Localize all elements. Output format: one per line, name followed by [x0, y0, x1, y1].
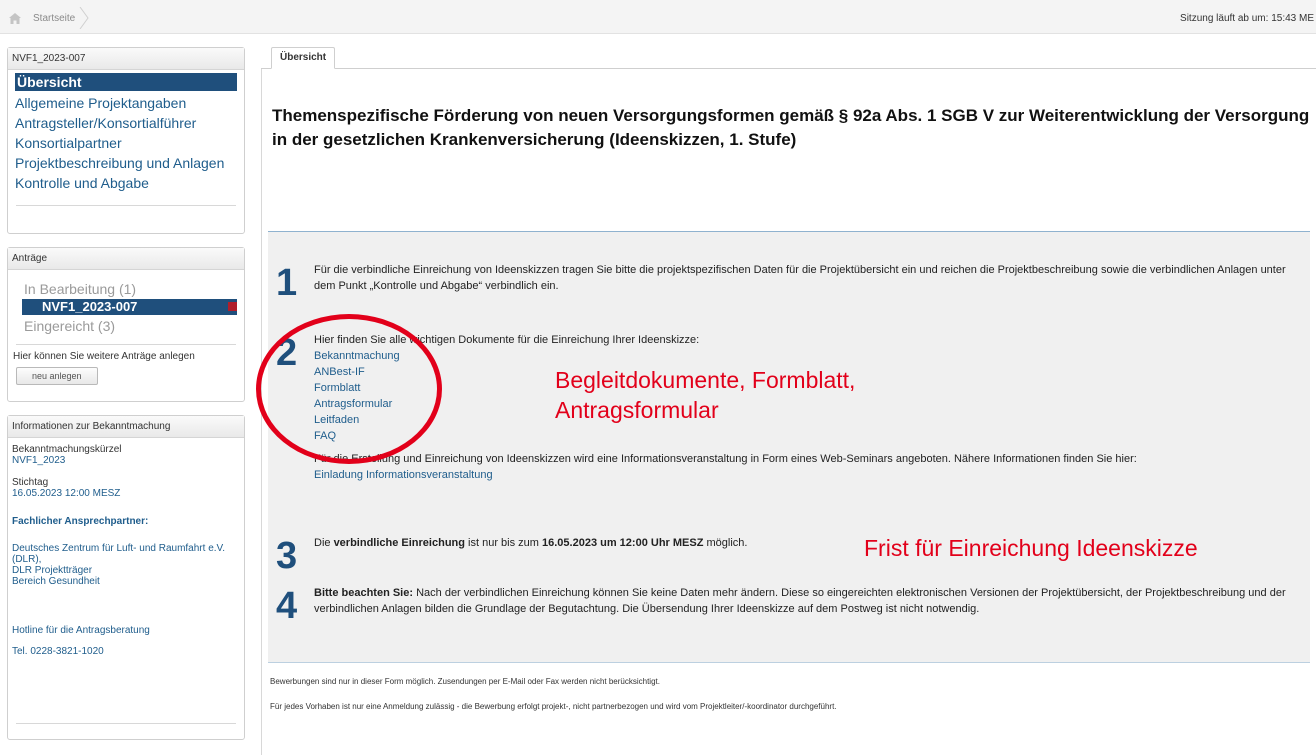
- breadcrumb-separator-icon: [79, 7, 89, 29]
- project-nav: Übersicht Allgemeine Projektangaben Antr…: [8, 70, 244, 193]
- step-number-2: 2: [276, 332, 298, 374]
- nav-item-kontrolle-abgabe[interactable]: Kontrolle und Abgabe: [15, 173, 237, 193]
- antraege-title: Anträge: [8, 248, 244, 270]
- antraege-panel: Anträge In Bearbeitung (1) NVF1_2023-007…: [7, 247, 245, 402]
- home-icon[interactable]: [9, 12, 21, 24]
- tab-bar: Übersicht: [261, 47, 1316, 69]
- info-title: Informationen zur Bekanntmachung: [8, 416, 244, 438]
- annotation-deadline: Frist für Einreichung Ideenskizze: [864, 535, 1198, 561]
- step-3-deadline: 16.05.2023 um 12:00 Uhr MESZ: [542, 537, 704, 549]
- steps-panel: 1 Für die verbindliche Einreichung von I…: [268, 231, 1310, 663]
- nav-item-antragsteller[interactable]: Antragsteller/Konsortialführer: [15, 113, 237, 133]
- divider: [16, 723, 236, 724]
- step-4-emphasis: Bitte beachten Sie:: [314, 587, 414, 599]
- project-nav-panel: NVF1_2023-007 Übersicht Allgemeine Proje…: [7, 47, 245, 234]
- step-3-emphasis: verbindliche Einreichung: [333, 537, 465, 549]
- step-2-intro: Hier finden Sie alle wichtigen Dokumente…: [314, 334, 700, 346]
- info-content: Bekanntmachungskürzel NVF1_2023 Stichtag…: [8, 438, 244, 657]
- tab-uebersicht[interactable]: Übersicht: [271, 47, 336, 69]
- in-bearbeitung-label: In Bearbeitung: [24, 281, 116, 297]
- step-3-part: möglich.: [703, 537, 748, 549]
- ansprechpartner-label: Fachlicher Ansprechpartner:: [12, 516, 149, 527]
- new-antrag-button[interactable]: neu anlegen: [16, 367, 98, 385]
- eingereicht-group[interactable]: Eingereicht (3): [8, 317, 244, 336]
- link-faq[interactable]: FAQ: [314, 428, 1304, 444]
- hotline-value: Tel. 0228-3821-1020: [12, 646, 104, 657]
- step-4-body: Nach der verbindlichen Einreichung könne…: [314, 587, 1286, 615]
- breadcrumb-home-link[interactable]: Startseite: [33, 13, 75, 24]
- stichtag-value: 16.05.2023 12:00 MESZ: [12, 488, 121, 499]
- nav-item-allgemeine-projektangaben[interactable]: Allgemeine Projektangaben: [15, 93, 237, 113]
- in-bearbeitung-count: (1): [118, 281, 137, 297]
- divider: [16, 205, 236, 206]
- page-title: Themenspezifische Förderung von neuen Ve…: [272, 106, 1310, 149]
- ansprechpartner-line3: DLR Projektträger: [12, 565, 93, 576]
- annotation-documents-line1: Begleitdokumente, Formblatt,: [555, 367, 856, 393]
- link-bekanntmachung[interactable]: Bekanntmachung: [314, 348, 1304, 364]
- step-number-1: 1: [276, 262, 298, 304]
- step-3-part: Die: [314, 537, 334, 549]
- breadcrumb: Startseite: [9, 7, 89, 29]
- nav-item-projektbeschreibung[interactable]: Projektbeschreibung und Anlagen: [15, 153, 237, 173]
- step-1-text: Für die verbindliche Einreichung von Ide…: [314, 264, 1286, 292]
- annotation-documents: Begleitdokumente, Formblatt, Antragsform…: [555, 365, 855, 425]
- bekanntmachung-info-panel: Informationen zur Bekanntmachung Bekannt…: [7, 415, 245, 740]
- content-border: [261, 69, 262, 755]
- nav-item-konsortialpartner[interactable]: Konsortialpartner: [15, 133, 237, 153]
- kuerzel-label: Bekanntmachungskürzel: [12, 444, 122, 455]
- antrag-item-label: NVF1_2023-007: [42, 299, 138, 314]
- in-bearbeitung-group[interactable]: In Bearbeitung (1): [8, 280, 244, 299]
- ansprechpartner-line1: Deutsches Zentrum für Luft- und Raumfahr…: [12, 543, 226, 554]
- step-3-part: ist nur bis zum: [464, 537, 543, 549]
- status-flag-icon: [228, 302, 237, 311]
- session-timeout: Sitzung läuft ab um: 15:43 ME: [1180, 13, 1314, 24]
- stichtag-label: Stichtag: [12, 477, 49, 488]
- project-nav-title: NVF1_2023-007: [8, 48, 244, 70]
- step-number-4: 4: [276, 585, 298, 627]
- annotation-documents-line2: Antragsformular: [555, 397, 719, 423]
- ansprechpartner-line4: Bereich Gesundheit: [12, 576, 100, 587]
- step-4-text: Bitte beachten Sie: Nach der verbindlich…: [314, 585, 1304, 617]
- link-einladung-informationsveranstaltung[interactable]: Einladung Informationsveranstaltung: [314, 467, 1304, 483]
- top-bar: Startseite Sitzung läuft ab um: 15:43 ME: [0, 0, 1316, 34]
- step-2-seminar-text: Für die Erstellung und Einreichung von I…: [314, 453, 1137, 465]
- nav-item-uebersicht[interactable]: Übersicht: [15, 73, 237, 91]
- step-number-3: 3: [276, 535, 298, 577]
- ansprechpartner-line2: (DLR),: [12, 554, 42, 565]
- hotline-label: Hotline für die Antragsberatung: [12, 625, 150, 636]
- footer-note-2: Für jedes Vorhaben ist nur eine Anmeldun…: [270, 702, 837, 711]
- kuerzel-value: NVF1_2023: [12, 455, 66, 466]
- footer-note-1: Bewerbungen sind nur in dieser Form mögl…: [270, 677, 660, 686]
- antrag-item-active[interactable]: NVF1_2023-007: [22, 299, 237, 315]
- new-antrag-hint: Hier können Sie weitere Anträge anlegen: [13, 351, 195, 362]
